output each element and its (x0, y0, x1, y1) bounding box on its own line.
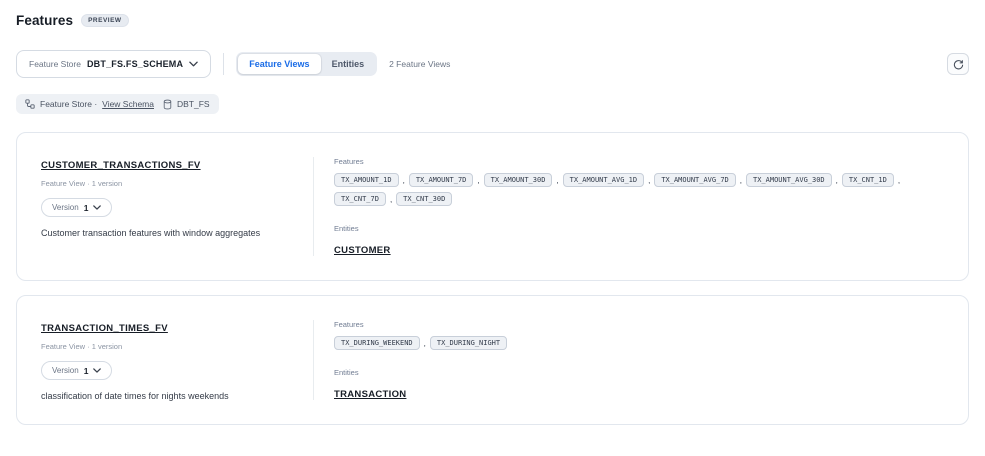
feature-view-card: TRANSACTION_TIMES_FV Feature View · 1 ve… (16, 295, 969, 425)
feature-store-selector-value: DBT_FS.FS_SCHEMA (87, 59, 183, 69)
feature-view-description: classification of date times for nights … (41, 390, 281, 402)
features-label: Features (334, 157, 944, 166)
entity-link-list: CUSTOMER (334, 240, 944, 258)
card-summary-column: CUSTOMER_TRANSACTIONS_FV Feature View · … (41, 155, 313, 258)
feature-view-subtitle: Feature View · 1 version (41, 342, 313, 351)
card-detail-column: Features TX_DURING_WEEKEND, TX_DURING_NIG… (334, 318, 944, 402)
chip-separator: , (390, 195, 392, 204)
tab-entities[interactable]: Entities (321, 54, 376, 74)
card-divider (313, 157, 314, 256)
tab-feature-views[interactable]: Feature Views (238, 54, 320, 74)
chevron-down-icon (189, 61, 198, 67)
chip-separator: , (648, 176, 650, 185)
view-tabs: Feature ViewsEntities (236, 52, 377, 76)
breadcrumb: Feature Store · View Schema DBT_FS (16, 94, 219, 114)
entities-label: Entities (334, 224, 944, 233)
feature-chip: TX_AMOUNT_AVG_30D (746, 173, 832, 187)
schema-icon (25, 99, 35, 109)
feature-view-title-link[interactable]: CUSTOMER_TRANSACTIONS_FV (41, 160, 201, 171)
feature-chip: TX_CNT_7D (334, 192, 386, 206)
feature-views-count: 2 Feature Views (389, 59, 450, 69)
breadcrumb-database: DBT_FS (177, 99, 210, 109)
card-divider (313, 320, 314, 400)
refresh-icon (953, 59, 964, 70)
version-value: 1 (84, 366, 89, 376)
feature-chip: TX_CNT_30D (396, 192, 452, 206)
feature-chip: TX_AMOUNT_30D (484, 173, 553, 187)
version-selector[interactable]: Version 1 (41, 198, 112, 217)
features-label: Features (334, 320, 944, 329)
feature-chip: TX_AMOUNT_7D (409, 173, 474, 187)
card-summary-column: TRANSACTION_TIMES_FV Feature View · 1 ve… (41, 318, 313, 402)
entity-link[interactable]: TRANSACTION (334, 389, 406, 400)
version-selector[interactable]: Version 1 (41, 361, 112, 380)
version-label: Version (52, 203, 79, 212)
feature-chip-list: TX_DURING_WEEKEND, TX_DURING_NIGHT (334, 336, 944, 350)
feature-chip: TX_AMOUNT_AVG_7D (654, 173, 735, 187)
feature-view-cards: CUSTOMER_TRANSACTIONS_FV Feature View · … (16, 132, 969, 425)
preview-badge: PREVIEW (81, 14, 128, 27)
feature-view-description: Customer transaction features with windo… (41, 227, 281, 239)
chip-separator: , (898, 176, 900, 185)
feature-view-card: CUSTOMER_TRANSACTIONS_FV Feature View · … (16, 132, 969, 281)
chip-separator: , (836, 176, 838, 185)
chip-separator: , (403, 176, 405, 185)
refresh-button[interactable] (947, 53, 969, 75)
toolbar: Feature Store DBT_FS.FS_SCHEMA Feature V… (16, 50, 969, 78)
chevron-down-icon (93, 205, 101, 210)
feature-chip: TX_AMOUNT_AVG_1D (563, 173, 644, 187)
chip-separator: , (477, 176, 479, 185)
page-header: Features PREVIEW (16, 10, 969, 30)
breadcrumb-prefix: Feature Store · (40, 99, 97, 109)
card-detail-column: Features TX_AMOUNT_1D,TX_AMOUNT_7D,TX_AM… (334, 155, 944, 258)
feature-chip: TX_DURING_WEEKEND (334, 336, 420, 350)
version-value: 1 (84, 203, 89, 213)
feature-view-title-link[interactable]: TRANSACTION_TIMES_FV (41, 323, 168, 334)
feature-view-subtitle: Feature View · 1 version (41, 179, 313, 188)
feature-chip: TX_AMOUNT_1D (334, 173, 399, 187)
feature-chip: TX_DURING_NIGHT (430, 336, 507, 350)
feature-chip: TX_CNT_1D (842, 173, 894, 187)
chip-separator: , (424, 339, 426, 348)
entities-label: Entities (334, 368, 944, 377)
chevron-down-icon (93, 368, 101, 373)
version-label: Version (52, 366, 79, 375)
entity-link[interactable]: CUSTOMER (334, 245, 391, 256)
feature-store-selector[interactable]: Feature Store DBT_FS.FS_SCHEMA (16, 50, 211, 78)
chip-separator: , (740, 176, 742, 185)
toolbar-divider (223, 53, 224, 75)
feature-chip-list: TX_AMOUNT_1D,TX_AMOUNT_7D,TX_AMOUNT_30D,… (334, 173, 944, 206)
database-icon (163, 99, 172, 110)
view-schema-link[interactable]: View Schema (102, 99, 154, 109)
features-page: Features PREVIEW Feature Store DBT_FS.FS… (0, 0, 985, 425)
feature-store-selector-label: Feature Store (29, 59, 81, 69)
page-title: Features (16, 13, 73, 28)
chip-separator: , (556, 176, 558, 185)
entity-link-list: TRANSACTION (334, 384, 944, 402)
